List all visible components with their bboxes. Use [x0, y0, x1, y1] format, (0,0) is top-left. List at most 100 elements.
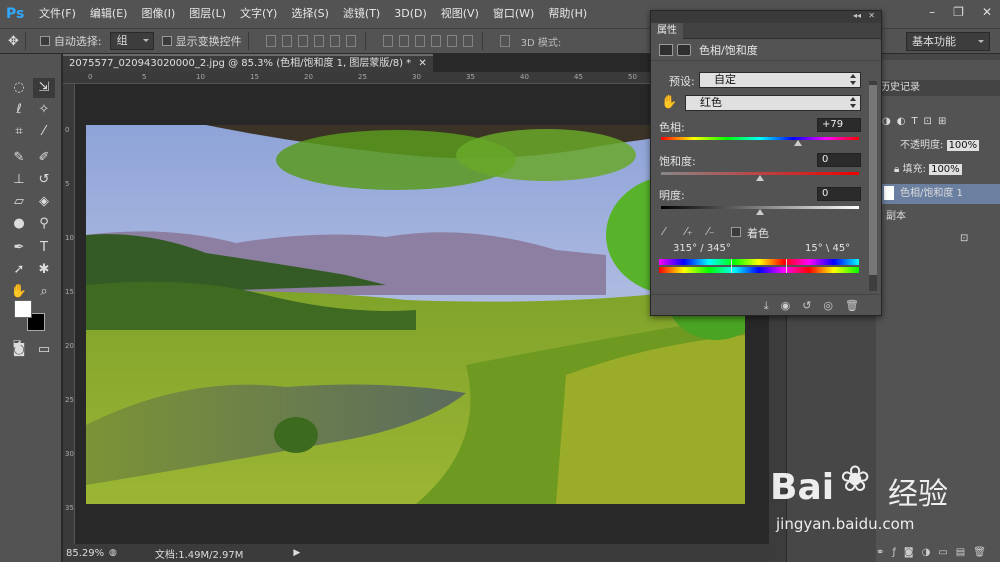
zoom-tool-icon[interactable]: ⌕	[33, 282, 55, 302]
mask-icon[interactable]	[677, 43, 691, 56]
magic-wand-icon[interactable]: ✧	[33, 100, 55, 120]
eyedropper-icon[interactable]: ⁄	[663, 225, 665, 238]
ruler-tick-label: 25	[65, 396, 74, 404]
status-icon[interactable]: ◍	[109, 548, 117, 558]
menu-select[interactable]: 选择(S)	[284, 0, 336, 28]
quick-mask-icon[interactable]: ◙	[8, 340, 30, 360]
paint-bucket-icon[interactable]: ◈	[33, 192, 55, 212]
saturation-slider-thumb[interactable]	[756, 175, 764, 181]
path-select-icon[interactable]: ➚	[8, 260, 30, 280]
menu-help[interactable]: 帮助(H)	[541, 0, 594, 28]
reset-icon[interactable]: ↺	[802, 299, 811, 312]
properties-scrollbar[interactable]	[869, 81, 877, 291]
layer-name: 色相/饱和度 1	[900, 188, 963, 199]
layer-row-adjustment[interactable]: 色相/饱和度 1	[876, 184, 1000, 204]
dodge-tool-icon[interactable]: ⚲	[33, 214, 55, 234]
ps-logo: Ps	[6, 6, 25, 22]
menu-view[interactable]: 视图(V)	[434, 0, 486, 28]
vertical-ruler: 0 5 10 15 20 25 30 35	[63, 84, 75, 544]
delete-icon[interactable]: 🗑︎	[845, 299, 859, 312]
targeted-adjust-hand-icon[interactable]: ✋	[661, 95, 677, 110]
menu-filter[interactable]: 滤镜(T)	[336, 0, 387, 28]
clip-to-layer-icon[interactable]: ⤓	[764, 299, 769, 313]
fill-value[interactable]: 100%	[929, 164, 962, 175]
shape-tool-icon[interactable]: ✱	[33, 260, 55, 280]
menu-edit[interactable]: 编辑(E)	[83, 0, 135, 28]
blur-tool-icon[interactable]: ●	[8, 214, 30, 234]
close-button[interactable]: ✕	[982, 5, 992, 19]
checkbox-box[interactable]	[39, 36, 50, 46]
fill-control[interactable]: 🔒︎ 填充: 100%	[876, 162, 1000, 178]
lock-icons[interactable]: ◑◐T⊡⊞	[876, 116, 1000, 132]
view-previous-icon[interactable]: ◉	[781, 299, 791, 312]
saturation-label: 饱和度:	[659, 155, 696, 168]
move-tool-icon[interactable]: ⇲	[33, 78, 55, 98]
marquee-tool-icon[interactable]: ◌	[8, 78, 30, 98]
distribute-icons[interactable]	[380, 35, 476, 47]
layer-mask-thumbnail	[884, 186, 894, 200]
minimize-button[interactable]: –	[929, 5, 935, 19]
auto-align-icon[interactable]	[497, 35, 513, 47]
workspace-switcher[interactable]: 基本功能	[906, 32, 990, 51]
crop-tool-icon[interactable]: ⌗	[8, 122, 30, 142]
opacity-control[interactable]: 不透明度: 100%	[876, 138, 1000, 154]
show-transform-checkbox[interactable]: 显示变换控件	[161, 33, 242, 49]
layer-row-copy[interactable]: 副本	[876, 208, 1000, 226]
ruler-tick-label: 40	[520, 73, 529, 81]
baidu-watermark: Bai ❀ 经验 jingyan.baidu.com	[770, 455, 1000, 545]
menu-file[interactable]: 文件(F)	[32, 0, 83, 28]
hue-value-input[interactable]: +79	[817, 118, 861, 132]
status-bar: 85.29% ◍ 文档:1.49M/2.97M ▶	[63, 544, 769, 562]
range-selector[interactable]	[731, 259, 787, 273]
colorize-checkbox[interactable]	[731, 227, 741, 237]
eraser-tool-icon[interactable]: ▱	[8, 192, 30, 212]
close-panel-icon[interactable]: ✕	[868, 11, 875, 20]
auto-select-dropdown[interactable]: 组	[109, 32, 154, 50]
close-tab-icon[interactable]: ✕	[418, 58, 426, 69]
panel-titlebar[interactable]: ◂◂ ✕	[651, 11, 881, 23]
menu-layer[interactable]: 图层(L)	[182, 0, 233, 28]
restore-button[interactable]: ❐	[953, 5, 964, 19]
layers-bottom-icons[interactable]: ⚭ƒ◙◑▭▤🗑︎	[876, 544, 1000, 562]
hand-tool-icon[interactable]: ✋	[8, 282, 30, 302]
history-brush-icon[interactable]: ↺	[33, 170, 55, 190]
foreground-color-swatch[interactable]	[14, 300, 32, 318]
show-transform-label: 显示变换控件	[175, 35, 242, 48]
hue-slider-thumb[interactable]	[793, 140, 802, 146]
visibility-icon[interactable]: ◎	[823, 299, 833, 312]
move-tool-icon[interactable]: ✥	[8, 34, 19, 49]
adjustment-layer-icon[interactable]	[659, 43, 673, 56]
brush-tool-icon[interactable]: ✐	[33, 148, 55, 168]
document-tab[interactable]: 2075577_020943020000_2.jpg @ 85.3% (色相/饱…	[63, 54, 433, 72]
status-menu-arrow-icon[interactable]: ▶	[293, 548, 300, 558]
eyedropper-icon[interactable]: ⁄	[33, 122, 55, 142]
lightness-slider-thumb[interactable]	[756, 209, 764, 215]
lightness-value-input[interactable]: 0	[817, 187, 861, 201]
history-tab[interactable]: 历史记录	[876, 80, 1000, 96]
menu-window[interactable]: 窗口(W)	[486, 0, 541, 28]
align-icons[interactable]	[263, 35, 359, 47]
landscape-image	[86, 125, 745, 504]
menu-3d[interactable]: 3D(D)	[387, 0, 434, 28]
preset-dropdown[interactable]: 自定	[699, 72, 861, 88]
eyedropper-subtract-icon[interactable]: ⁄₋	[707, 225, 715, 238]
screen-mode-icon[interactable]: ▭	[33, 340, 55, 360]
landscape-photo[interactable]	[86, 125, 745, 504]
type-tool-icon[interactable]: T	[33, 238, 55, 258]
zoom-readout[interactable]: 85.29%	[63, 548, 104, 559]
collapse-panel-icon[interactable]: ◂◂	[853, 11, 861, 20]
healing-brush-icon[interactable]: ✎	[8, 148, 30, 168]
menu-type[interactable]: 文字(Y)	[233, 0, 284, 28]
stamp-tool-icon[interactable]: ⊥	[8, 170, 30, 190]
pen-tool-icon[interactable]: ✒	[8, 238, 30, 258]
saturation-value-input[interactable]: 0	[817, 153, 861, 167]
opacity-value[interactable]: 100%	[946, 140, 980, 151]
channel-dropdown[interactable]: 红色	[685, 95, 861, 111]
eyedropper-add-icon[interactable]: ⁄₊	[685, 225, 693, 238]
properties-tab[interactable]: 属性	[651, 23, 881, 39]
lasso-tool-icon[interactable]: ℓ	[8, 100, 30, 120]
auto-select-checkbox[interactable]: 自动选择:	[39, 33, 102, 49]
hue-slider-track[interactable]	[661, 137, 859, 140]
menu-image[interactable]: 图像(I)	[134, 0, 182, 28]
checkbox-box[interactable]	[161, 36, 172, 46]
